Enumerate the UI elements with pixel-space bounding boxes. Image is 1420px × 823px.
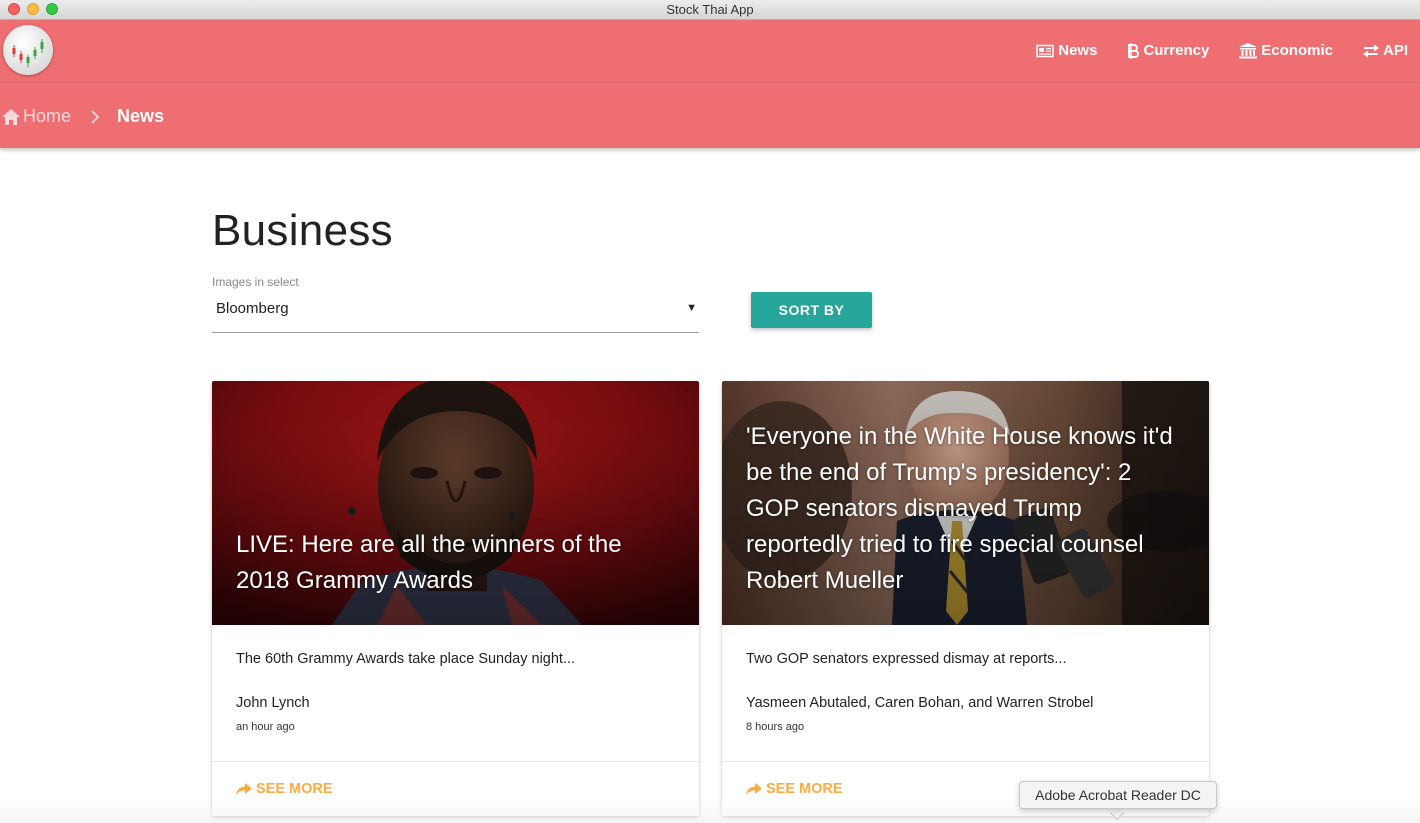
news-card-title[interactable]: LIVE: Here are all the winners of the 20… <box>236 527 679 599</box>
exchange-icon <box>1362 44 1379 57</box>
nav-api[interactable]: API <box>1362 42 1408 59</box>
news-card: 'Everyone in the White House knows it'd … <box>722 381 1209 816</box>
bitcoin-icon <box>1128 42 1140 59</box>
news-card-image[interactable]: 'Everyone in the White House knows it'd … <box>722 381 1209 625</box>
page-title: Business <box>212 206 393 255</box>
top-nav: News Currency Economic API <box>1036 42 1408 59</box>
window-title: Stock Thai App <box>666 2 754 17</box>
news-card-image[interactable]: LIVE: Here are all the winners of the 20… <box>212 381 699 625</box>
bank-icon <box>1239 42 1258 58</box>
app-logo[interactable] <box>3 25 53 75</box>
news-card-time: 8 hours ago <box>746 721 805 733</box>
newspaper-icon <box>1036 44 1054 57</box>
breadcrumb-current: News <box>117 106 165 126</box>
see-more-link[interactable]: SEE MORE <box>746 781 843 797</box>
breadcrumb-home-label: Home <box>23 106 72 126</box>
source-select-label: Images in select <box>212 275 299 289</box>
see-more-label: SEE MORE <box>256 781 333 797</box>
app-header: News Currency Economic API Home News <box>0 20 1420 148</box>
news-card-description: Two GOP senators expressed dismay at rep… <box>746 651 1067 667</box>
nav-api-label: API <box>1382 42 1408 59</box>
news-card-title[interactable]: 'Everyone in the White House knows it'd … <box>746 419 1189 599</box>
source-select[interactable]: Bloomberg ▼ <box>212 292 699 333</box>
nav-news-label: News <box>1058 42 1098 59</box>
breadcrumb: Home News <box>2 106 164 127</box>
news-card-actions: SEE MORE <box>212 761 699 816</box>
sort-by-button[interactable]: SORT BY <box>751 292 872 328</box>
news-card-time: an hour ago <box>236 721 295 733</box>
nav-economic-label: Economic <box>1261 42 1333 59</box>
nav-economic[interactable]: Economic <box>1239 42 1333 59</box>
see-more-label: SEE MORE <box>766 781 843 797</box>
breadcrumb-home[interactable]: Home <box>2 106 71 127</box>
header-divider <box>0 82 1420 83</box>
news-card-author: John Lynch <box>236 695 310 711</box>
share-arrow-icon <box>746 782 762 795</box>
see-more-link[interactable]: SEE MORE <box>236 781 333 797</box>
nav-news[interactable]: News <box>1036 42 1097 59</box>
chevron-right-icon <box>91 109 100 124</box>
news-card: LIVE: Here are all the winners of the 20… <box>212 381 699 816</box>
source-select-value: Bloomberg <box>216 300 289 317</box>
nav-currency[interactable]: Currency <box>1127 42 1209 59</box>
share-arrow-icon <box>236 782 252 795</box>
caret-down-icon: ▼ <box>686 302 697 314</box>
candlestick-logo-icon <box>12 39 44 67</box>
home-icon <box>2 108 20 125</box>
dock-tooltip: Adobe Acrobat Reader DC <box>1019 781 1217 809</box>
window-titlebar: Stock Thai App <box>0 0 1420 20</box>
news-card-description: The 60th Grammy Awards take place Sunday… <box>236 651 576 667</box>
news-card-author: Yasmeen Abutaled, Caren Bohan, and Warre… <box>746 695 1094 711</box>
nav-currency-label: Currency <box>1143 42 1210 59</box>
